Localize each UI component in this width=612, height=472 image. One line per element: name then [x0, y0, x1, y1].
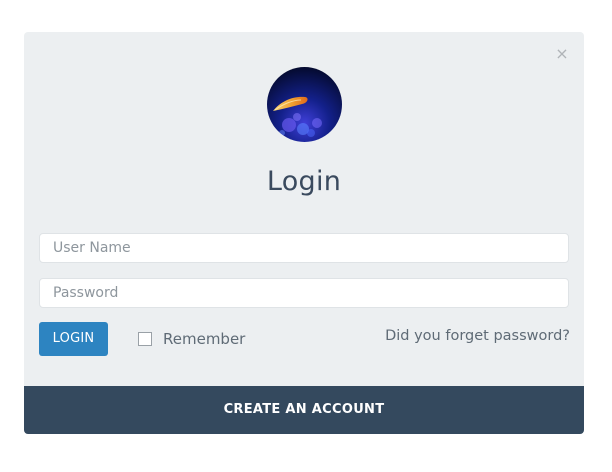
login-title: Login — [266, 166, 342, 197]
username-field-wrapper — [39, 233, 569, 263]
password-field-wrapper — [39, 278, 569, 308]
avatar — [267, 67, 342, 142]
password-input[interactable] — [40, 279, 568, 307]
username-input[interactable] — [40, 234, 568, 262]
remember-label: Remember — [163, 330, 246, 348]
create-account-button[interactable]: CREATE AN ACCOUNT — [24, 386, 584, 434]
login-modal: × Login User Name LOGIN Remember Did you… — [24, 32, 584, 434]
remember-toggle[interactable]: Remember — [138, 330, 245, 348]
close-icon[interactable]: × — [554, 46, 570, 62]
login-button[interactable]: LOGIN — [39, 322, 108, 356]
forgot-password-link[interactable]: Did you forget password? — [385, 328, 570, 344]
avatar-image — [267, 67, 342, 142]
remember-checkbox[interactable] — [138, 332, 152, 346]
